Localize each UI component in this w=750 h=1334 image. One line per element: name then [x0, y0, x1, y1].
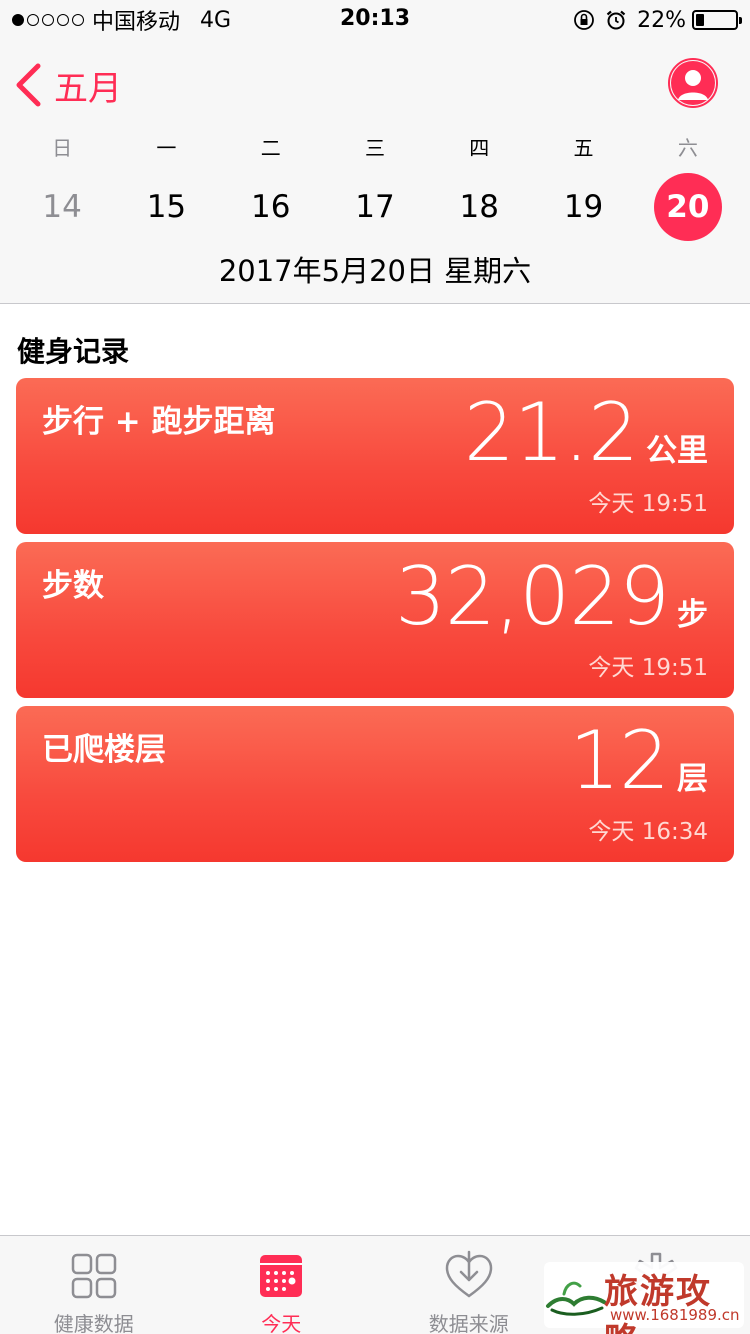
weekday-label: 六 — [677, 136, 698, 160]
person-icon — [671, 61, 715, 105]
day-cell-selected[interactable]: 20 — [636, 172, 740, 242]
card-timestamp: 今天 16:34 — [588, 819, 708, 845]
status-bar: 中国移动 4G 20:13 22% — [0, 0, 750, 40]
profile-avatar-button[interactable] — [668, 58, 718, 108]
tab-label: 今天 — [261, 1312, 302, 1334]
battery-level-fill — [696, 14, 704, 26]
weekday-label: 五 — [573, 136, 594, 160]
chevron-left-icon — [16, 63, 41, 107]
card-label: 步行 + 跑步距离 — [42, 404, 276, 440]
weekday-label: 三 — [364, 136, 385, 160]
day-row: 14 15 16 17 18 19 20 — [10, 172, 740, 242]
day-number: 19 — [563, 189, 604, 225]
tab-label: 健康数据 — [53, 1312, 134, 1334]
alarm-clock-icon — [606, 10, 626, 30]
weekday-label: 四 — [469, 136, 490, 160]
card-value: 32,029 步 — [395, 552, 708, 642]
card-value: 21.2 公里 — [464, 388, 708, 478]
day-number: 15 — [146, 189, 187, 225]
calendar-icon — [260, 1255, 303, 1297]
day-cell[interactable]: 18 — [427, 172, 531, 242]
selected-date-label: 2017年5月20日 星期六 — [218, 254, 532, 288]
day-cell[interactable]: 15 — [114, 172, 218, 242]
heart-download-icon — [445, 1250, 493, 1298]
card-label: 步数 — [42, 568, 104, 604]
tab-label: 数据来源 — [428, 1312, 509, 1334]
section-title: 健身记录 — [17, 335, 130, 368]
card-value-unit: 层 — [677, 761, 708, 797]
weekday-row: 日一二三四五六 — [10, 132, 740, 161]
battery-percent: 22% — [637, 7, 686, 33]
tab-health-data[interactable]: 健康数据 — [0, 1236, 188, 1334]
card-value-unit: 步 — [677, 597, 708, 633]
day-cell[interactable]: 19 — [531, 172, 635, 242]
card-value-number: 21.2 — [463, 386, 639, 479]
card-value-unit: 公里 — [646, 433, 708, 469]
distance-card[interactable]: 步行 + 跑步距离 21.2 公里 今天 19:51 — [16, 378, 734, 534]
day-number: 16 — [250, 189, 291, 225]
watermark-logo — [546, 1281, 606, 1316]
day-cell[interactable]: 16 — [219, 172, 323, 242]
card-timestamp: 今天 19:51 — [588, 655, 708, 681]
flights-climbed-card[interactable]: 已爬楼层 12 层 今天 16:34 — [16, 706, 734, 862]
day-cell[interactable]: 17 — [323, 172, 427, 242]
steps-card[interactable]: 步数 32,029 步 今天 19:51 — [16, 542, 734, 698]
weekday-label: 二 — [260, 136, 281, 160]
watermark: 旅游攻略 www.1681989.cn — [544, 1262, 744, 1334]
day-number: 20 — [653, 173, 722, 241]
calendar-header: 五月 日 一 二 三 四 五 六 14 15 16 17 18 19 20 2017年5月20日 星期六 — [0, 40, 750, 304]
day-number: 17 — [355, 189, 395, 225]
weekday-label: 一 — [156, 136, 177, 160]
card-value-number: 32,029 — [395, 550, 670, 643]
day-number: 18 — [459, 189, 499, 225]
card-label: 已爬楼层 — [42, 732, 166, 768]
battery-icon — [692, 10, 742, 30]
watermark-url: www.1681989.cn — [610, 1306, 740, 1324]
tab-data-sources[interactable]: 数据来源 — [375, 1236, 563, 1334]
card-value: 12 层 — [569, 716, 708, 806]
rotation-lock-icon — [574, 10, 594, 30]
back-button-label: 五月 — [54, 68, 122, 109]
tab-today[interactable]: 今天 — [188, 1236, 376, 1334]
status-right: 22% — [573, 6, 742, 34]
day-cell[interactable]: 14 — [10, 172, 114, 242]
day-number: 14 — [42, 189, 82, 225]
card-value-number: 12 — [569, 714, 670, 807]
weekday-label: 日 — [52, 136, 73, 160]
back-button[interactable]: 五月 — [14, 62, 122, 109]
card-timestamp: 今天 19:51 — [588, 491, 708, 517]
grid-icon — [71, 1253, 116, 1299]
